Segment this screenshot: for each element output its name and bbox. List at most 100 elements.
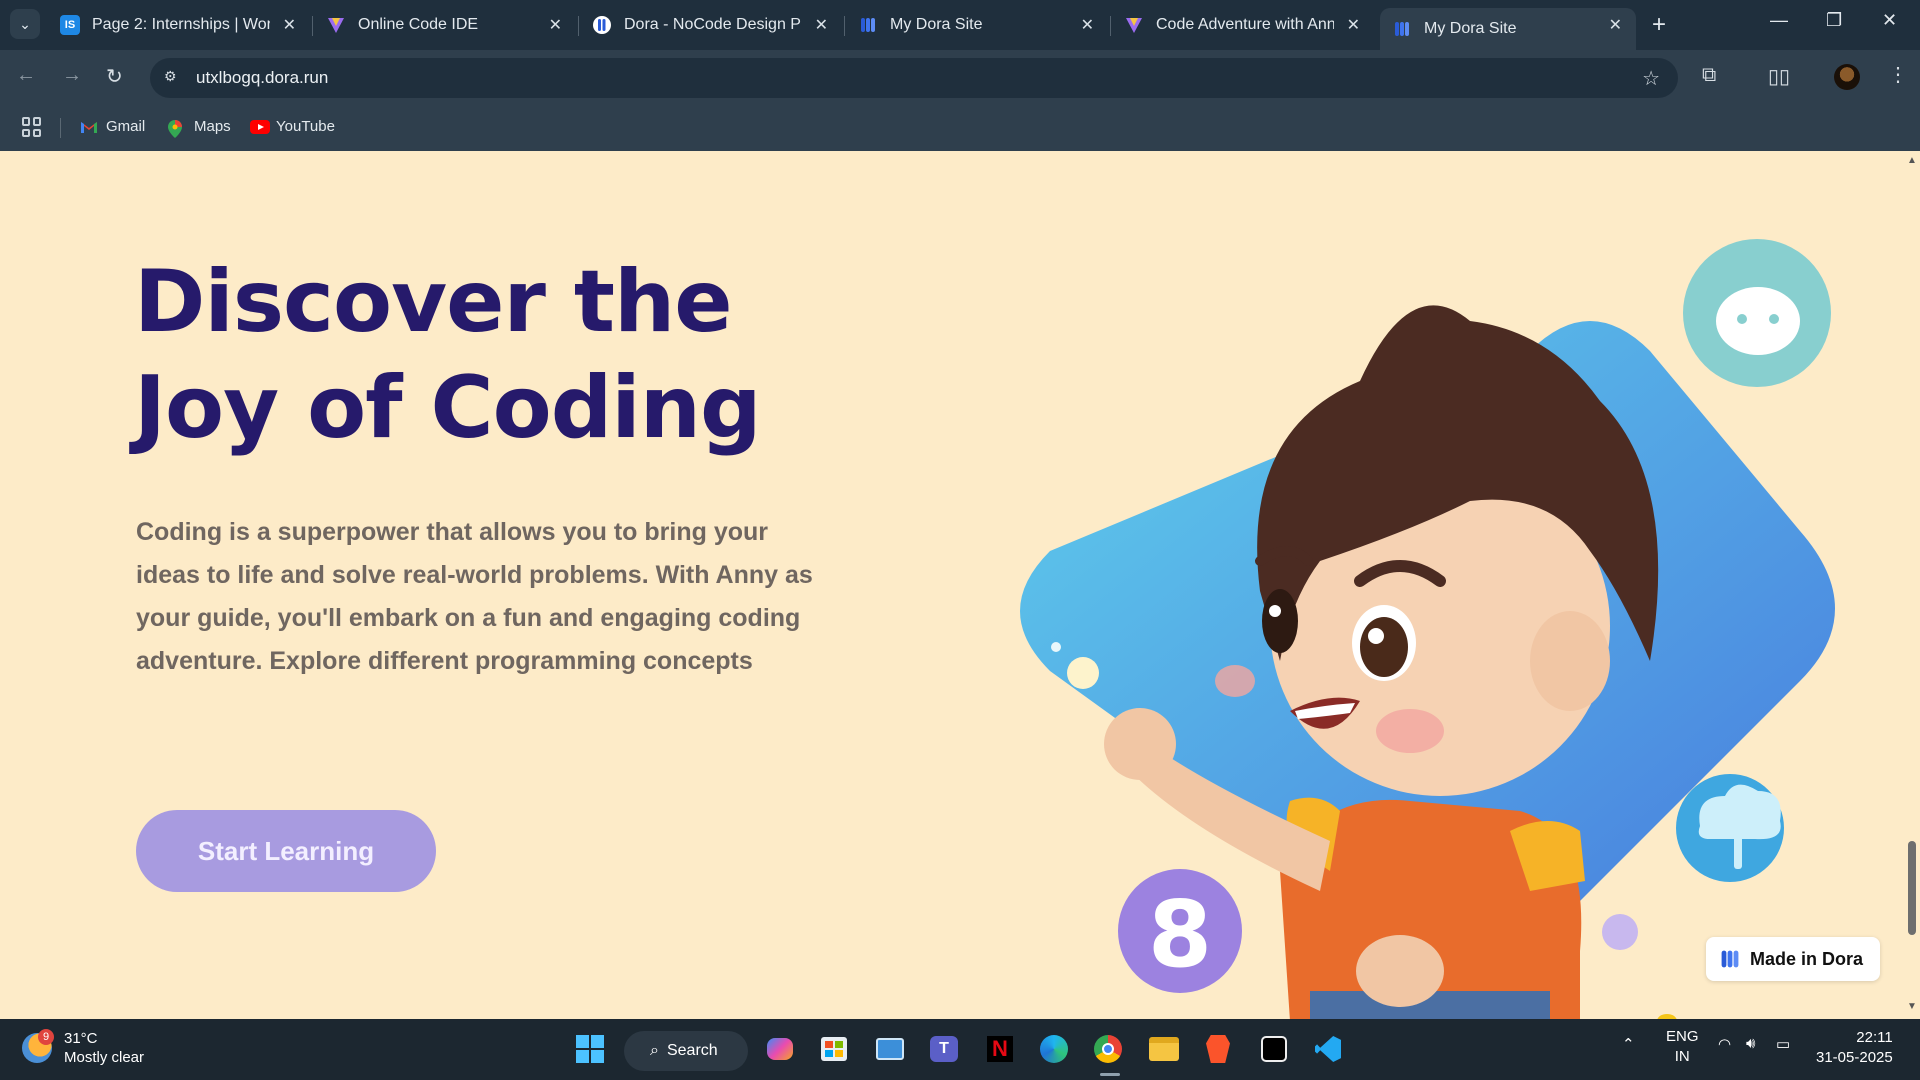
- tab-code-adventure[interactable]: Code Adventure with Anny ✕: [1112, 8, 1374, 42]
- close-window-button[interactable]: ✕: [1882, 10, 1897, 31]
- scroll-down-icon[interactable]: ▼: [1907, 1001, 1917, 1012]
- forward-button[interactable]: →: [62, 64, 82, 87]
- bookmark-label: Maps: [194, 118, 231, 135]
- tab-internships[interactable]: IS Page 2: Internships | Work I ✕: [48, 8, 310, 42]
- wifi-icon[interactable]: ◠: [1718, 1035, 1731, 1053]
- close-icon[interactable]: ✕: [1609, 15, 1622, 35]
- terminal-app-icon[interactable]: [1256, 1031, 1292, 1067]
- tab-separator: [312, 16, 313, 36]
- new-tab-button[interactable]: +: [1652, 11, 1666, 39]
- bookmark-youtube[interactable]: YouTube: [250, 118, 335, 135]
- volume-icon[interactable]: 🔊︎: [1746, 1035, 1755, 1052]
- copilot-icon[interactable]: [762, 1031, 798, 1067]
- decor-dot: [1602, 914, 1638, 950]
- tab-my-dora-site[interactable]: My Dora Site ✕: [846, 8, 1108, 42]
- edge-icon[interactable]: [1036, 1031, 1072, 1067]
- tab-dora-nocode[interactable]: Dora - NoCode Design Plat ✕: [580, 8, 842, 42]
- badge-number: 8: [1148, 881, 1212, 988]
- apps-grid-icon[interactable]: [22, 117, 42, 137]
- language-code: ENG: [1666, 1028, 1699, 1045]
- search-label: Search: [666, 1042, 718, 1059]
- bookmark-separator: [60, 118, 61, 138]
- taskbar-search[interactable]: ⌕ Search: [624, 1031, 748, 1071]
- url-text[interactable]: utxlbogq.dora.run: [196, 68, 328, 88]
- show-hidden-icons[interactable]: ⌃: [1622, 1035, 1635, 1053]
- scroll-up-icon[interactable]: ▲: [1907, 155, 1917, 166]
- made-in-label: Made in Dora: [1750, 948, 1864, 969]
- web-page: Discover the Joy of Coding Coding is a s…: [0, 151, 1904, 1019]
- file-explorer-icon[interactable]: [1146, 1031, 1182, 1067]
- remote-desktop-icon[interactable]: [872, 1031, 908, 1067]
- minimize-button[interactable]: —: [1770, 10, 1788, 31]
- site-info-icon[interactable]: ⚙: [164, 68, 184, 88]
- close-icon[interactable]: ✕: [1081, 15, 1094, 35]
- restore-button[interactable]: ❐: [1826, 10, 1842, 31]
- extensions-icon[interactable]: ⧉: [1702, 64, 1716, 87]
- weather-desc: Mostly clear: [64, 1049, 145, 1066]
- reload-icon: ↻: [106, 66, 123, 88]
- brave-icon[interactable]: [1200, 1031, 1236, 1067]
- weather-badge: 9: [38, 1029, 54, 1045]
- tab-my-dora-site-active[interactable]: My Dora Site ✕: [1380, 8, 1636, 50]
- youtube-icon: [250, 119, 270, 134]
- maps-icon: [168, 119, 186, 138]
- back-button[interactable]: ←: [16, 64, 36, 87]
- decor-dot: [1067, 657, 1099, 689]
- reload-button[interactable]: ↻: [106, 64, 123, 89]
- tab-title: Dora - NoCode Design Plat: [624, 16, 802, 33]
- tab-search-button[interactable]: ⌄: [10, 9, 40, 39]
- hero-title: Discover the Joy of Coding: [134, 252, 762, 458]
- store-icon[interactable]: [816, 1031, 852, 1067]
- tab-title: Page 2: Internships | Work I: [92, 16, 270, 33]
- gmail-icon: [80, 120, 98, 134]
- battery-icon[interactable]: ▭: [1776, 1035, 1790, 1053]
- tab-title: My Dora Site: [1424, 20, 1517, 37]
- system-clock[interactable]: 22:11 31-05-2025: [1816, 1028, 1893, 1068]
- scroll-thumb[interactable]: [1908, 841, 1916, 935]
- menu-icon[interactable]: ⋮: [1888, 62, 1908, 87]
- start-button[interactable]: [572, 1031, 608, 1067]
- close-icon: ✕: [1882, 10, 1898, 30]
- start-learning-button[interactable]: Start Learning: [136, 810, 436, 892]
- bookmark-label: Gmail: [106, 118, 146, 135]
- star-icon[interactable]: ☆: [1642, 66, 1660, 91]
- dora-icon: [858, 15, 878, 35]
- page-scrollbar[interactable]: ▲ ▼: [1904, 151, 1920, 1019]
- tab-separator: [578, 16, 579, 36]
- weather-widget[interactable]: 9 31°C Mostly clear: [22, 1029, 144, 1067]
- vscode-icon[interactable]: [1310, 1031, 1346, 1067]
- minimize-icon: —: [1770, 10, 1788, 30]
- tab-online-code-ide[interactable]: Online Code IDE ✕: [314, 8, 576, 42]
- arrow-right-icon: →: [62, 64, 82, 86]
- netflix-icon[interactable]: N: [982, 1031, 1018, 1067]
- region-code: IN: [1674, 1048, 1690, 1065]
- close-icon[interactable]: ✕: [549, 15, 562, 35]
- bookmark-gmail[interactable]: Gmail: [80, 118, 145, 135]
- hero-description: Coding is a superpower that allows you t…: [136, 518, 813, 675]
- address-bar[interactable]: ⚙ utxlbogq.dora.run ☆: [150, 58, 1678, 98]
- teams-icon[interactable]: T: [926, 1031, 962, 1067]
- close-icon[interactable]: ✕: [283, 15, 296, 35]
- bookmark-maps[interactable]: Maps: [168, 118, 231, 138]
- dora-icon: [592, 15, 612, 35]
- made-in-dora-badge[interactable]: Made in Dora: [1706, 937, 1880, 981]
- tab-separator: [844, 16, 845, 36]
- search-icon: ⌕: [650, 1042, 659, 1059]
- close-icon[interactable]: ✕: [815, 15, 828, 35]
- bubble-creature-face: [1716, 287, 1800, 355]
- v-logo-icon: [1124, 15, 1144, 35]
- profile-avatar[interactable]: [1834, 64, 1860, 90]
- boy-character-illustration: 8: [1020, 239, 1835, 1019]
- close-icon[interactable]: ✕: [1347, 15, 1360, 35]
- tab-separator: [1110, 16, 1111, 36]
- tab-strip: ⌄ IS Page 2: Internships | Work I ✕ Onli…: [0, 0, 1920, 50]
- plus-icon: +: [1652, 11, 1667, 38]
- chrome-icon[interactable]: [1090, 1031, 1126, 1067]
- clock-date: 31-05-2025: [1816, 1049, 1893, 1066]
- browser-toolbar: ← → ↻ ⚙ utxlbogq.dora.run ☆ ⧉ ▯▯ ⋮: [0, 50, 1920, 106]
- language-indicator[interactable]: ENG IN: [1666, 1027, 1699, 1067]
- windows-icon: [576, 1035, 604, 1063]
- reading-mode-icon[interactable]: ▯▯: [1768, 64, 1790, 89]
- weather-moon-icon: 9: [22, 1029, 54, 1063]
- active-indicator: [1100, 1073, 1120, 1076]
